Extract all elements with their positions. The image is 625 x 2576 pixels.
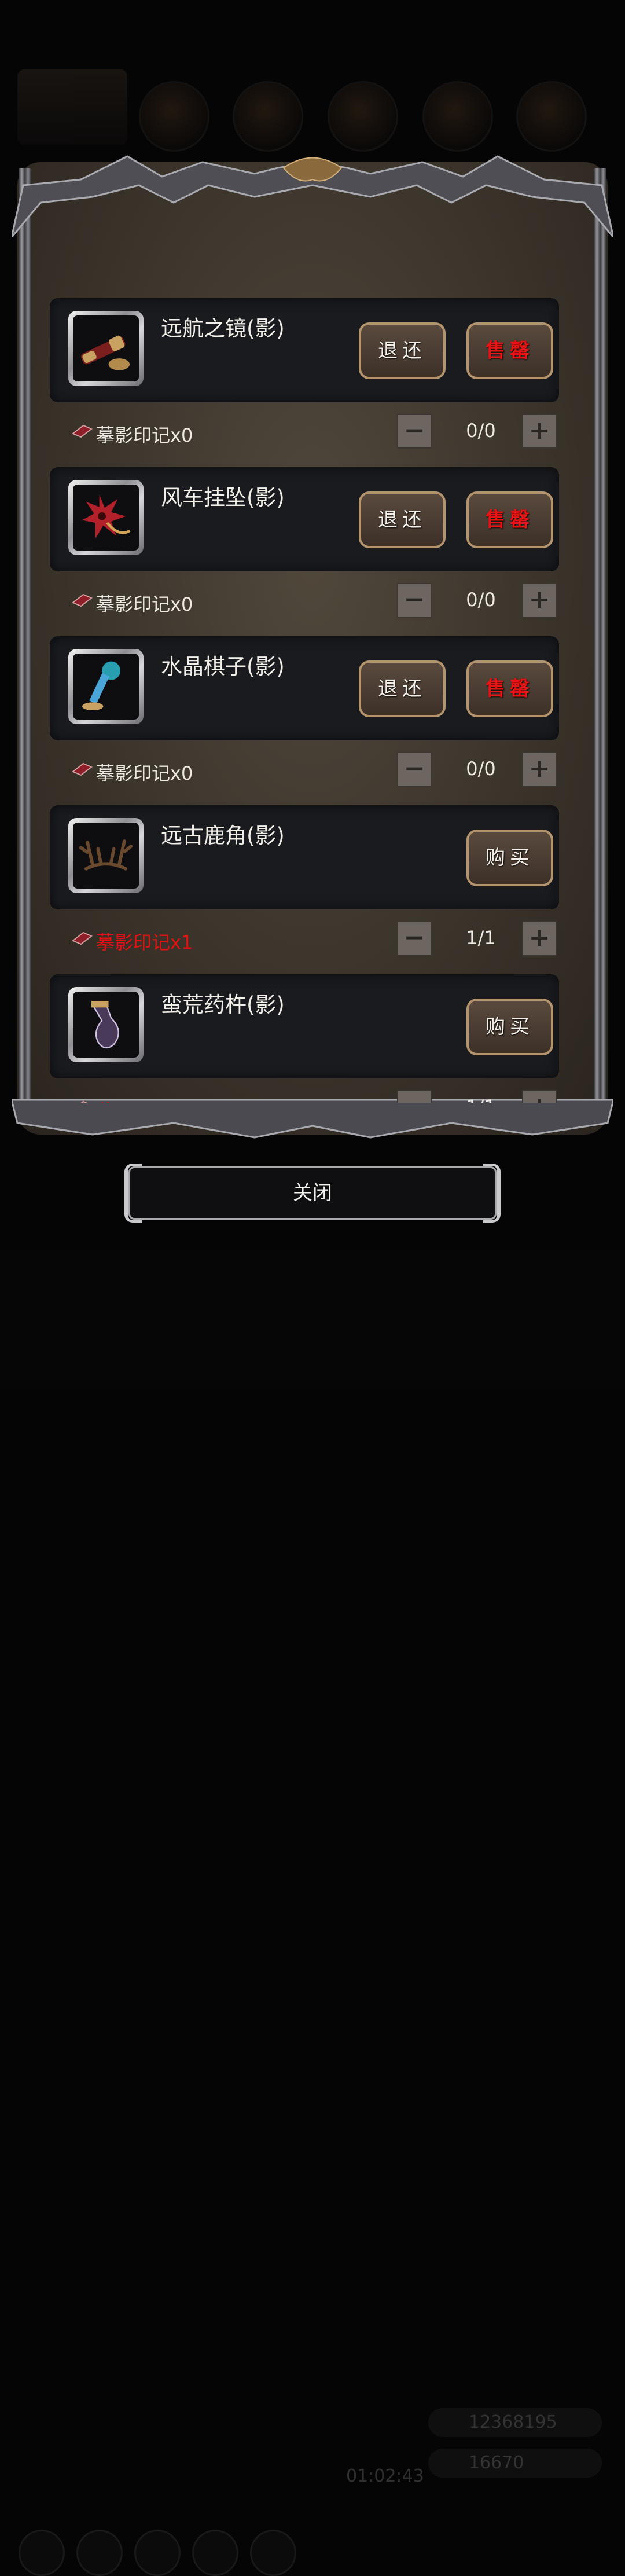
background-slot-icon xyxy=(516,81,587,152)
quantity-count: 0/0 xyxy=(466,420,496,442)
cost-label: 摹影印记x0 xyxy=(96,762,193,784)
mark-token-icon xyxy=(72,931,93,945)
cost-label: 摹影印记x0 xyxy=(96,424,193,446)
close-button[interactable]: 关闭 xyxy=(124,1164,501,1223)
panel-frame-left xyxy=(19,168,31,1117)
decrease-button[interactable]: − xyxy=(397,921,432,956)
crystal-chess-piece-icon xyxy=(73,654,139,720)
return-button[interactable]: 退还 xyxy=(359,322,446,379)
shop-item: 蛮荒药杵(影) 购买 摹影印记x1 − 1/1 + xyxy=(50,974,559,1103)
item-name: 远古鹿角(影) xyxy=(161,823,285,848)
item-icon-frame[interactable] xyxy=(68,987,144,1062)
item-name: 水晶棋子(影) xyxy=(161,654,285,679)
pinwheel-pendant-icon xyxy=(73,485,139,551)
background-slot-icon xyxy=(422,81,493,152)
cost-row: 摹影印记x0 − 0/0 + xyxy=(50,752,559,789)
background-gems: 16670 xyxy=(428,2449,602,2478)
background-timer: 01:02:43 xyxy=(346,2466,424,2486)
buy-button[interactable]: 购买 xyxy=(466,830,553,886)
cost-label: 摹影印记x1 xyxy=(96,1097,193,1103)
buy-button[interactable]: 购买 xyxy=(466,999,553,1055)
background-bottom-bar: 01:02:43 12368195 16670 xyxy=(0,1250,625,2576)
item-name: 蛮荒药杵(影) xyxy=(161,992,285,1017)
return-button[interactable]: 退还 xyxy=(359,660,446,717)
shop-item: 远古鹿角(影) 购买 摹影印记x1 − 1/1 + xyxy=(50,805,559,974)
mark-token-icon xyxy=(80,1100,88,1103)
decrease-button[interactable]: − xyxy=(397,1090,432,1103)
cost-label: 摹影印记x1 xyxy=(96,931,193,953)
quantity-count: 0/0 xyxy=(466,758,496,780)
background-menu-icon xyxy=(192,2530,238,2576)
mark-token-icon xyxy=(72,593,93,607)
background-slot-icon xyxy=(139,81,209,152)
item-name: 风车挂坠(影) xyxy=(161,485,285,510)
panel-frame-right xyxy=(594,168,606,1117)
increase-button[interactable]: + xyxy=(522,921,557,956)
cost-row: 摹影印记x1 − 1/1 + xyxy=(50,1090,559,1103)
background-slot-icon xyxy=(233,81,303,152)
decrease-button[interactable]: − xyxy=(397,583,432,618)
cost-row: 摹影印记x1 − 1/1 + xyxy=(50,921,559,958)
background-menu-icon xyxy=(19,2530,65,2576)
item-icon-frame[interactable] xyxy=(68,480,144,555)
sold-out-button[interactable]: 售罄 xyxy=(466,322,553,379)
background-top-bar xyxy=(0,0,625,174)
quantity-count: 1/1 xyxy=(466,927,496,949)
mark-token-icon xyxy=(72,762,93,776)
cost-row: 摹影印记x0 − 0/0 + xyxy=(50,583,559,620)
cost-label: 摹影印记x0 xyxy=(96,593,193,615)
antler-icon xyxy=(73,823,139,889)
item-icon-frame[interactable] xyxy=(68,311,144,386)
background-menu-icon xyxy=(76,2530,123,2576)
sold-out-button[interactable]: 售罄 xyxy=(466,660,553,717)
background-gold: 12368195 xyxy=(428,2408,602,2437)
quantity-count: 0/0 xyxy=(466,589,496,611)
spyglass-icon xyxy=(73,315,139,381)
decrease-button[interactable]: − xyxy=(397,752,432,787)
sold-out-button[interactable]: 售罄 xyxy=(466,491,553,548)
shop-item-list[interactable]: 远航之镜(影) 退还 售罄 摹影印记x0 − 0/0 + 风车挂坠(影) 退还 … xyxy=(50,298,559,1103)
panel-frame-top xyxy=(12,155,613,237)
decrease-button[interactable]: − xyxy=(397,414,432,449)
item-icon-frame[interactable] xyxy=(68,818,144,893)
mark-token-icon xyxy=(72,424,93,438)
cost-row: 摹影印记x0 − 0/0 + xyxy=(50,414,559,451)
background-menu-icon xyxy=(250,2530,296,2576)
item-name: 远航之镜(影) xyxy=(161,316,285,341)
increase-button[interactable]: + xyxy=(522,583,557,618)
increase-button[interactable]: + xyxy=(522,414,557,449)
pestle-icon xyxy=(73,992,139,1058)
background-avatar xyxy=(17,69,127,145)
increase-button[interactable]: + xyxy=(522,752,557,787)
return-button[interactable]: 退还 xyxy=(359,491,446,548)
quantity-count: 1/1 xyxy=(449,1096,513,1103)
shop-item: 风车挂坠(影) 退还 售罄 摹影印记x0 − 0/0 + xyxy=(50,467,559,636)
item-icon-frame[interactable] xyxy=(68,649,144,724)
shop-item: 远航之镜(影) 退还 售罄 摹影印记x0 − 0/0 + xyxy=(50,298,559,467)
increase-button[interactable]: + xyxy=(522,1090,557,1103)
background-menu-icon xyxy=(134,2530,181,2576)
shop-item: 水晶棋子(影) 退还 售罄 摹影印记x0 − 0/0 + xyxy=(50,636,559,805)
background-slot-icon xyxy=(328,81,398,152)
